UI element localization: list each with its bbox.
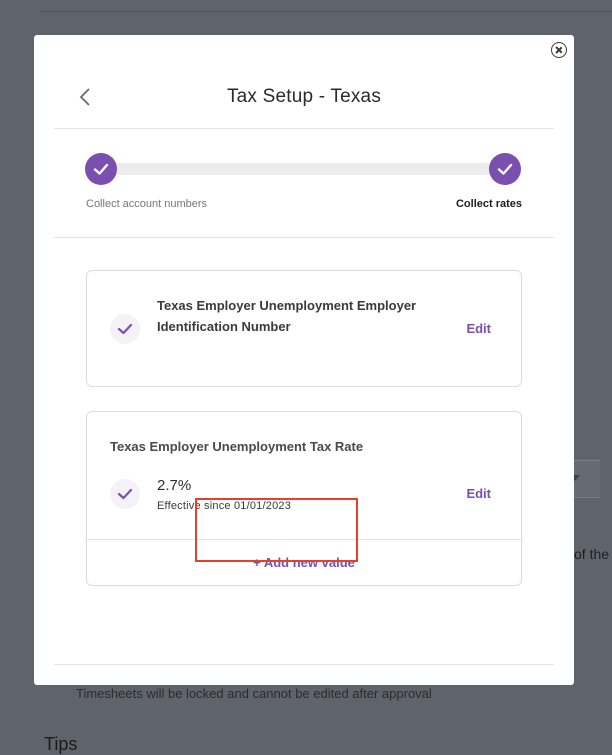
ein-card: Texas Employer Unemployment Employer Ide…	[86, 270, 522, 387]
modal-title: Tax Setup - Texas	[226, 86, 382, 107]
step-complete-check-icon	[489, 153, 521, 185]
tax-setup-modal: Tax Setup - Texas Collect account number…	[34, 35, 574, 685]
header-divider	[54, 128, 554, 129]
checkmark-icon	[110, 479, 140, 509]
step-label-collect-account-numbers: Collect account numbers	[86, 198, 208, 210]
stepper-progress-track	[100, 163, 506, 175]
footer-divider	[54, 664, 554, 665]
background-text: of the	[574, 546, 610, 562]
tax-rate-card-title: Texas Employer Unemployment Tax Rate	[110, 439, 364, 454]
card-divider	[87, 539, 521, 540]
checkmark-icon	[110, 314, 140, 344]
background-timesheets-note: Timesheets will be locked and cannot be …	[76, 686, 432, 701]
tax-rate-card: Texas Employer Unemployment Tax Rate 2.7…	[86, 411, 522, 586]
tax-rate-effective-date: Effective since 01/01/2023	[157, 500, 292, 512]
step-label-collect-rates: Collect rates	[455, 198, 522, 210]
background-tips-heading: Tips	[44, 734, 78, 754]
add-new-value-button[interactable]: + Add new value	[87, 555, 521, 570]
step-complete-check-icon	[85, 153, 117, 185]
edit-ein-button[interactable]: Edit	[466, 321, 491, 336]
ein-card-title: Texas Employer Unemployment Employer Ide…	[157, 298, 417, 334]
edit-tax-rate-button[interactable]: Edit	[466, 486, 491, 501]
stepper-divider	[54, 237, 554, 238]
background-divider	[40, 11, 612, 12]
close-icon[interactable]	[551, 42, 567, 58]
tax-rate-value: 2.7%	[157, 477, 192, 494]
